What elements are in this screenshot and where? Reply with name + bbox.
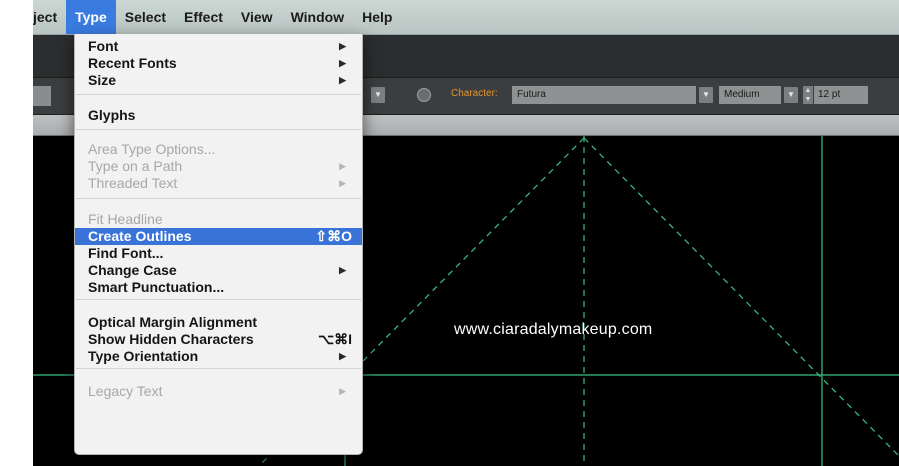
- type-menu-dropdown: Font ▶ Recent Fonts ▶ Size ▶ Glyphs Area Type O…: [74, 34, 363, 455]
- menu-item-label: Optical Margin Alignment: [88, 314, 258, 330]
- guide-diagonal-right: [583, 137, 899, 457]
- type-menu-item: Type on a Path ▶: [75, 158, 362, 175]
- menu-item-label: Recent Fonts: [88, 55, 177, 71]
- type-menu-item: Threaded Text ▶: [75, 175, 362, 192]
- submenu-arrow-icon: ▶: [339, 265, 346, 275]
- menu-view[interactable]: View: [232, 0, 282, 34]
- menu-item-label: Type Orientation: [88, 348, 199, 364]
- type-menu-item[interactable]: Smart Punctuation...: [75, 279, 362, 296]
- menu-item-label: Glyphs: [88, 107, 136, 123]
- type-menu-item[interactable]: Type Orientation ▶: [75, 348, 362, 365]
- canvas-text-url[interactable]: www.ciaradalymakeup.com: [454, 321, 652, 339]
- character-label[interactable]: Character:: [451, 88, 498, 99]
- globe-icon[interactable]: [417, 88, 431, 102]
- font-family-dropdown-button[interactable]: ▼: [699, 87, 713, 103]
- menu-item-label: Smart Punctuation...: [88, 279, 225, 295]
- menu-object[interactable]: ject: [33, 0, 66, 34]
- type-menu-item[interactable]: Find Font...: [75, 245, 362, 262]
- submenu-arrow-icon: ▶: [339, 386, 346, 396]
- menu-window[interactable]: Window: [282, 0, 354, 34]
- menu-separator: [76, 368, 361, 369]
- type-menu-item[interactable]: Size ▶: [75, 72, 362, 89]
- type-menu-item[interactable]: Create Outlines ⇧⌘O: [75, 228, 362, 245]
- font-family-field[interactable]: Futura: [512, 86, 696, 104]
- menu-item-label: Threaded Text: [88, 175, 178, 191]
- type-menu-item[interactable]: Show Hidden Characters ⌥⌘I: [75, 331, 362, 348]
- menu-effect[interactable]: Effect: [175, 0, 232, 34]
- menu-item-label: Legacy Text: [88, 383, 163, 399]
- submenu-arrow-icon: ▶: [339, 75, 346, 85]
- type-menu-item: Fit Headline: [75, 211, 362, 228]
- type-menu-item[interactable]: Glyphs: [75, 107, 362, 124]
- submenu-arrow-icon: ▶: [339, 161, 346, 171]
- menu-item-label: Create Outlines: [88, 228, 192, 244]
- menu-separator: [76, 129, 361, 130]
- menu-item-label: Font: [88, 38, 119, 54]
- type-menu-item[interactable]: Change Case ▶: [75, 262, 362, 279]
- menu-type[interactable]: Type: [66, 0, 116, 34]
- submenu-arrow-icon: ▶: [339, 41, 346, 51]
- menu-bar: ject Type Select Effect View Window Help: [33, 0, 899, 35]
- type-menu-item[interactable]: Optical Margin Alignment: [75, 314, 362, 331]
- menu-separator: [76, 299, 361, 300]
- font-size-stepper[interactable]: ▲ ▼: [803, 86, 813, 104]
- font-size-field[interactable]: 12 pt: [814, 86, 868, 104]
- illustrator-window: ject Type Select Effect View Window Help…: [33, 0, 899, 466]
- submenu-arrow-icon: ▶: [339, 58, 346, 68]
- menu-item-label: Type on a Path: [88, 158, 183, 174]
- menu-item-label: Fit Headline: [88, 211, 163, 227]
- menu-item-label: Show Hidden Characters: [88, 331, 254, 347]
- menu-item-label: Size: [88, 72, 117, 88]
- menu-item-label: Change Case: [88, 262, 177, 278]
- type-menu-item[interactable]: Font ▶: [75, 38, 362, 55]
- type-menu-item: Area Type Options...: [75, 141, 362, 158]
- dropdown-button[interactable]: ▼: [371, 87, 385, 103]
- menu-shortcut: ⇧⌘O: [315, 228, 352, 244]
- menu-shortcut: ⌥⌘I: [317, 331, 352, 347]
- type-menu-item: Legacy Text ▶: [75, 383, 362, 400]
- left-field[interactable]: [33, 86, 51, 106]
- menu-item-label: Find Font...: [88, 245, 164, 261]
- font-style-field[interactable]: Medium: [719, 86, 781, 104]
- menu-separator: [76, 198, 361, 199]
- submenu-arrow-icon: ▶: [339, 178, 346, 188]
- menu-item-label: Area Type Options...: [88, 141, 216, 157]
- type-menu-item[interactable]: Recent Fonts ▶: [75, 55, 362, 72]
- font-style-dropdown-button[interactable]: ▼: [784, 87, 798, 103]
- menu-help[interactable]: Help: [353, 0, 401, 34]
- submenu-arrow-icon: ▶: [339, 351, 346, 361]
- menu-select[interactable]: Select: [116, 0, 175, 34]
- menu-separator: [76, 94, 361, 95]
